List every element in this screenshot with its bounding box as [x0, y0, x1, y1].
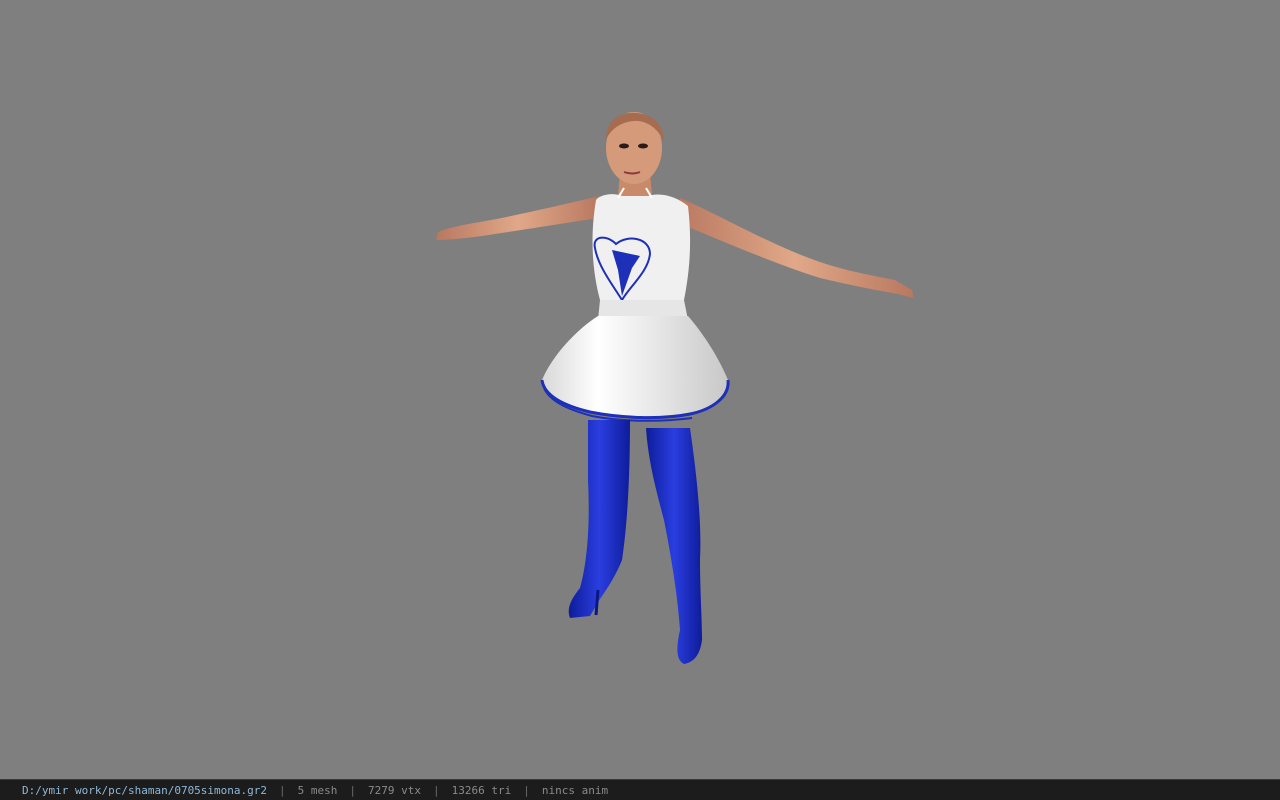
status-bar: D:/ymir work/pc/shaman/0705simona.gr2 | … — [0, 779, 1280, 800]
separator: | — [349, 783, 357, 797]
left-arm — [436, 196, 600, 240]
top-shirt — [592, 194, 691, 300]
anim-status: nincs anim — [541, 783, 609, 797]
separator: | — [279, 783, 286, 797]
right-eye — [638, 143, 648, 149]
left-boot — [568, 420, 630, 618]
right-boot — [646, 428, 702, 664]
character-model[interactable] — [0, 0, 1280, 779]
3d-viewport[interactable] — [0, 0, 1280, 779]
separator: | — [433, 783, 440, 797]
left-eye — [619, 143, 629, 149]
triangle-count: 13266 tri — [451, 783, 512, 797]
mesh-count: 5 mesh — [297, 783, 338, 797]
right-arm — [676, 198, 914, 298]
file-path: D:/ymir work/pc/shaman/0705simona.gr2 — [22, 783, 268, 797]
vertex-count: 7279 vtx — [368, 783, 422, 797]
skirt — [542, 316, 729, 418]
separator: | — [523, 783, 530, 797]
